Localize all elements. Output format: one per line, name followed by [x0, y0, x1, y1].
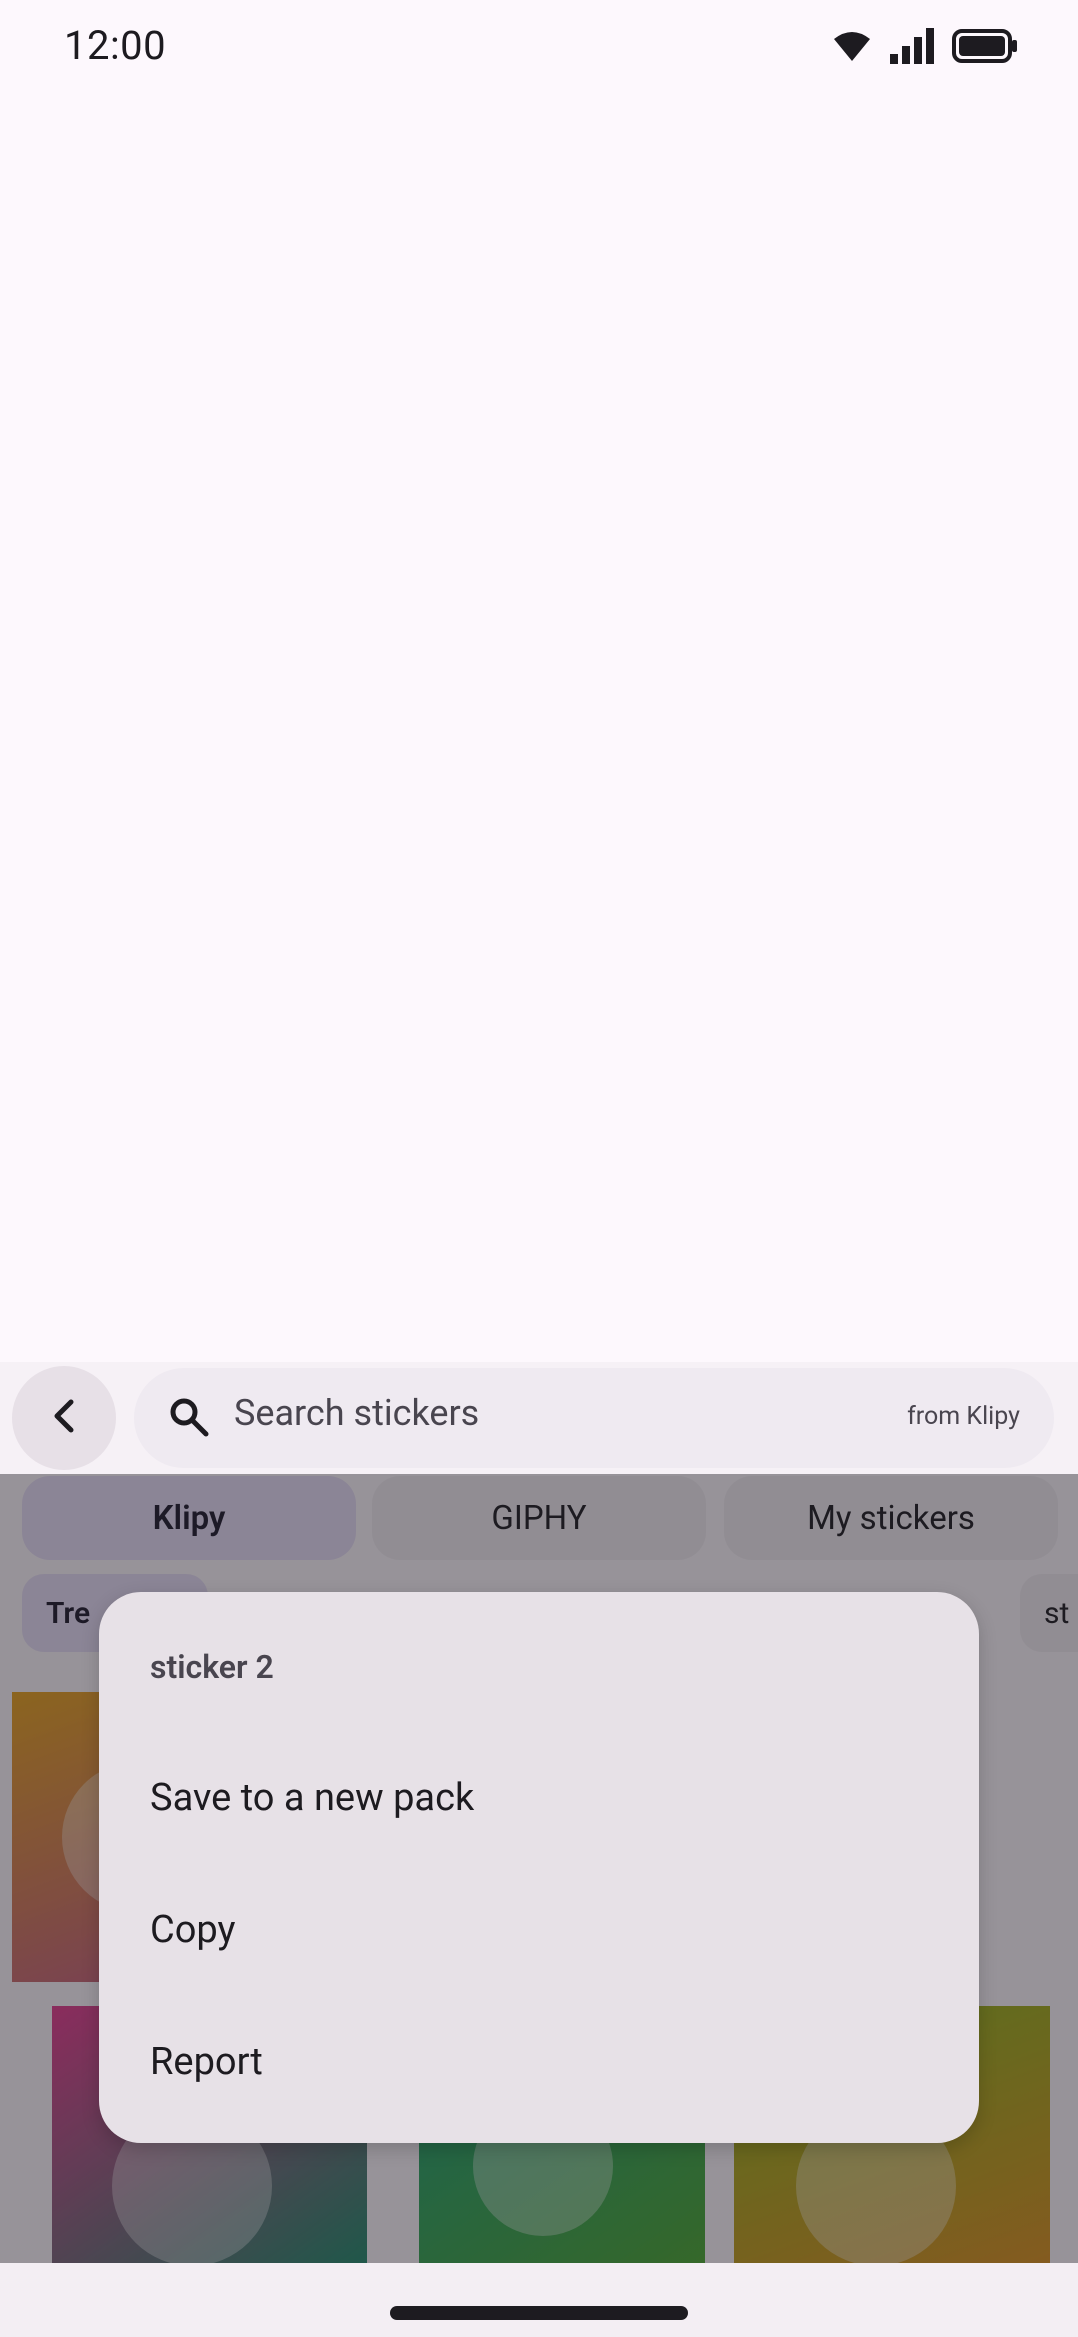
search-row: Search stickers from Klipy [0, 1362, 1078, 1474]
save-to-new-pack-item[interactable]: Save to a new pack [99, 1738, 979, 1858]
back-button[interactable] [12, 1366, 116, 1470]
navigation-bar [0, 2263, 1078, 2337]
search-placeholder: Search stickers [234, 1392, 480, 1434]
sticker-context-menu: sticker 2 Save to a new pack Copy Report [99, 1592, 979, 2143]
report-item[interactable]: Report [99, 2002, 979, 2122]
status-time: 12:00 [64, 22, 167, 69]
copy-item[interactable]: Copy [99, 1870, 979, 1990]
chevron-left-icon [49, 1398, 79, 1438]
status-icons [832, 28, 1018, 68]
status-bar: 12:00 [0, 0, 1078, 96]
search-icon [168, 1396, 210, 1442]
battery-icon [952, 29, 1018, 67]
signal-icon [890, 28, 934, 68]
home-gesture-handle[interactable] [390, 2306, 688, 2320]
menu-title: sticker 2 [150, 1648, 274, 1686]
search-source-label: from Klipy [907, 1402, 1020, 1431]
wifi-icon [832, 31, 872, 65]
search-input[interactable]: Search stickers from Klipy [134, 1368, 1054, 1468]
